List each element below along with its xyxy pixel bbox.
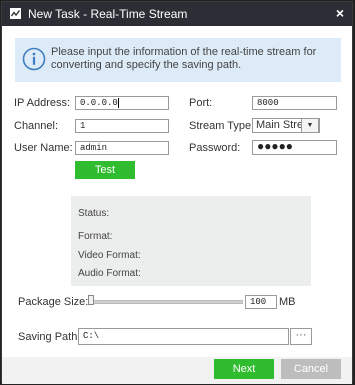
user-name-input[interactable]: admin bbox=[75, 141, 169, 155]
stream-app-icon bbox=[10, 8, 21, 19]
info-text: Please input the information of the real… bbox=[51, 46, 317, 71]
saving-path-input[interactable]: C:\ bbox=[78, 328, 289, 345]
ip-address-input[interactable]: 0.0.0.0 bbox=[75, 96, 169, 110]
info-banner: Please input the information of the real… bbox=[15, 38, 341, 82]
channel-input[interactable]: 1 bbox=[75, 119, 169, 133]
status-label: Status: bbox=[78, 208, 110, 219]
password-label: Password: bbox=[189, 142, 241, 154]
ip-address-value: 0.0.0.0 bbox=[80, 98, 118, 108]
dialog-title: New Task - Real-Time Stream bbox=[28, 7, 188, 21]
status-panel: Status: Format: Video Format: Audio Form… bbox=[71, 196, 311, 286]
port-input[interactable]: 8000 bbox=[252, 96, 337, 110]
ip-address-label: IP Address: bbox=[14, 97, 71, 109]
chevron-down-icon[interactable]: ▼ bbox=[301, 118, 319, 133]
test-button[interactable]: Test bbox=[75, 161, 135, 179]
package-size-slider-track[interactable] bbox=[91, 300, 243, 304]
channel-label: Channel: bbox=[14, 120, 59, 132]
title-bar: New Task - Real-Time Stream × bbox=[2, 2, 352, 26]
cancel-button[interactable]: Cancel bbox=[281, 359, 341, 379]
dialog-footer: Next Cancel bbox=[2, 357, 352, 384]
user-name-label: User Name: bbox=[14, 142, 73, 154]
stream-type-select[interactable]: Main Stream ▼ bbox=[252, 118, 320, 133]
close-icon[interactable]: × bbox=[336, 5, 344, 21]
package-size-input[interactable]: 100 bbox=[245, 295, 277, 309]
browse-button[interactable]: ··· bbox=[290, 328, 312, 345]
video-format-label: Video Format: bbox=[78, 250, 141, 261]
next-button[interactable]: Next bbox=[214, 359, 274, 379]
port-label: Port: bbox=[189, 97, 213, 109]
package-size-slider-handle[interactable] bbox=[88, 295, 94, 305]
new-task-dialog: New Task - Real-Time Stream × Please inp… bbox=[1, 1, 353, 384]
info-icon bbox=[22, 47, 46, 71]
password-input[interactable]: ●●●●● bbox=[252, 140, 337, 155]
format-label: Format: bbox=[78, 231, 113, 242]
package-size-label: Package Size: bbox=[18, 296, 89, 308]
saving-path-label: Saving Path: bbox=[18, 331, 81, 343]
stream-type-label: Stream Type: bbox=[189, 120, 255, 132]
audio-format-label: Audio Format: bbox=[78, 268, 141, 279]
package-size-unit: MB bbox=[279, 296, 296, 308]
